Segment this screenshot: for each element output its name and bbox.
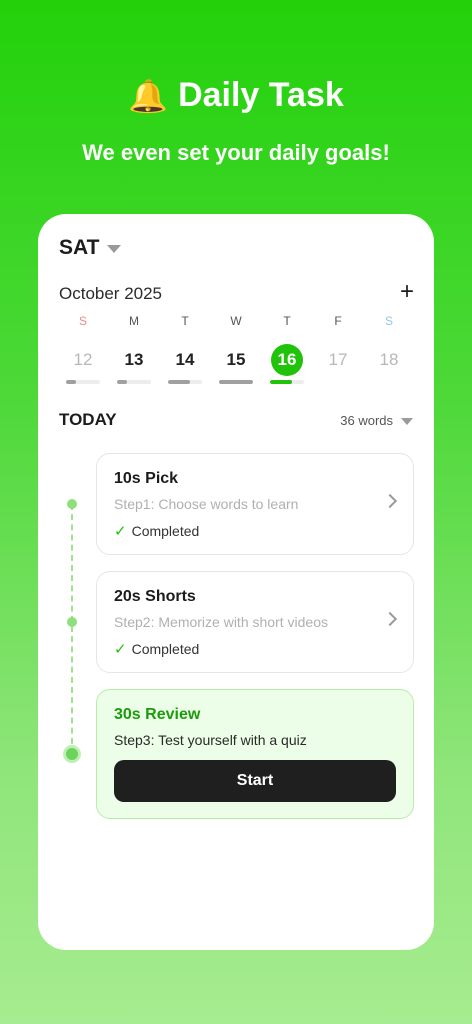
date-number[interactable]: 13 — [118, 344, 150, 376]
weekday-label: W — [230, 314, 242, 328]
weekday-label: S — [78, 314, 87, 328]
today-label: TODAY — [59, 410, 117, 429]
step-status: ✓ Completed — [114, 640, 396, 658]
day-column[interactable]: T 14 — [161, 314, 209, 384]
weekday-label: T — [283, 314, 291, 328]
word-count: 36 words — [340, 412, 393, 428]
week-strip: S 12 M 13 T 14 W 15 T 16 F 17 S 18 — [59, 314, 413, 384]
date-number[interactable]: 18 — [373, 344, 405, 376]
day-column[interactable]: S 18 — [365, 314, 413, 384]
step-title: 20s Shorts — [114, 588, 196, 605]
start-button[interactable]: Start — [114, 760, 396, 802]
caret-down-icon — [401, 417, 413, 425]
step-status: ✓ Completed — [114, 522, 396, 540]
month-label: October 2025 — [59, 284, 163, 303]
word-count-selector[interactable]: 36 words — [340, 413, 413, 428]
check-icon: ✓ — [114, 641, 127, 658]
page-title: 🔔 Daily Task — [0, 76, 472, 115]
add-icon[interactable]: + — [400, 280, 414, 304]
step-desc: Step2: Memorize with short videos — [114, 614, 328, 630]
subtitle: We even set your daily goals! — [82, 140, 390, 165]
timeline-dot-active — [63, 745, 81, 763]
check-icon: ✓ — [114, 523, 127, 540]
date-number[interactable]: 14 — [169, 344, 201, 376]
day-column[interactable]: W 15 — [212, 314, 260, 384]
day-label: SAT — [59, 236, 100, 259]
day-column[interactable]: M 13 — [110, 314, 158, 384]
timeline-dot — [67, 617, 77, 627]
weekday-label: T — [181, 314, 189, 328]
step-card-pick[interactable]: 10s Pick Step1: Choose words to learn ✓ … — [96, 453, 414, 555]
status-text: Completed — [131, 641, 200, 657]
progress-fill — [117, 380, 128, 384]
step-card-review: 30s Review Step3: Test yourself with a q… — [96, 689, 414, 819]
date-number[interactable]: 15 — [220, 344, 252, 376]
progress-fill — [66, 380, 77, 384]
daily-task-card: SAT October 2025 + S 12 M 13 T 14 W 15 T… — [38, 214, 434, 950]
progress-bar — [168, 380, 202, 384]
day-selector[interactable]: SAT — [59, 236, 122, 260]
weekday-label: M — [129, 314, 139, 328]
title-text: Daily Task — [178, 76, 344, 114]
bell-icon: 🔔 — [128, 77, 169, 114]
progress-fill — [168, 380, 191, 384]
step-title: 30s Review — [114, 706, 201, 723]
weekday-label: S — [384, 314, 393, 328]
step-card-shorts[interactable]: 20s Shorts Step2: Memorize with short vi… — [96, 571, 414, 673]
timeline-line — [71, 504, 73, 754]
progress-bar — [66, 380, 100, 384]
progress-fill — [270, 380, 293, 384]
date-number[interactable]: 17 — [322, 344, 354, 376]
weekday-label: F — [334, 314, 342, 328]
day-column[interactable]: S 12 — [59, 314, 107, 384]
day-column[interactable]: F 17 — [314, 314, 362, 384]
progress-fill — [219, 380, 253, 384]
step-desc: Step3: Test yourself with a quiz — [114, 732, 307, 748]
date-number[interactable]: 12 — [67, 344, 99, 376]
today-header: TODAY 36 words — [59, 410, 413, 430]
day-column-selected[interactable]: T 16 — [263, 314, 311, 384]
step-desc: Step1: Choose words to learn — [114, 496, 299, 512]
date-number-selected[interactable]: 16 — [271, 344, 303, 376]
timeline-dot — [67, 499, 77, 509]
status-text: Completed — [131, 523, 200, 539]
progress-bar — [270, 380, 304, 384]
progress-bar — [219, 380, 253, 384]
progress-bar — [117, 380, 151, 384]
caret-down-icon — [107, 245, 122, 253]
step-title: 10s Pick — [114, 470, 179, 487]
